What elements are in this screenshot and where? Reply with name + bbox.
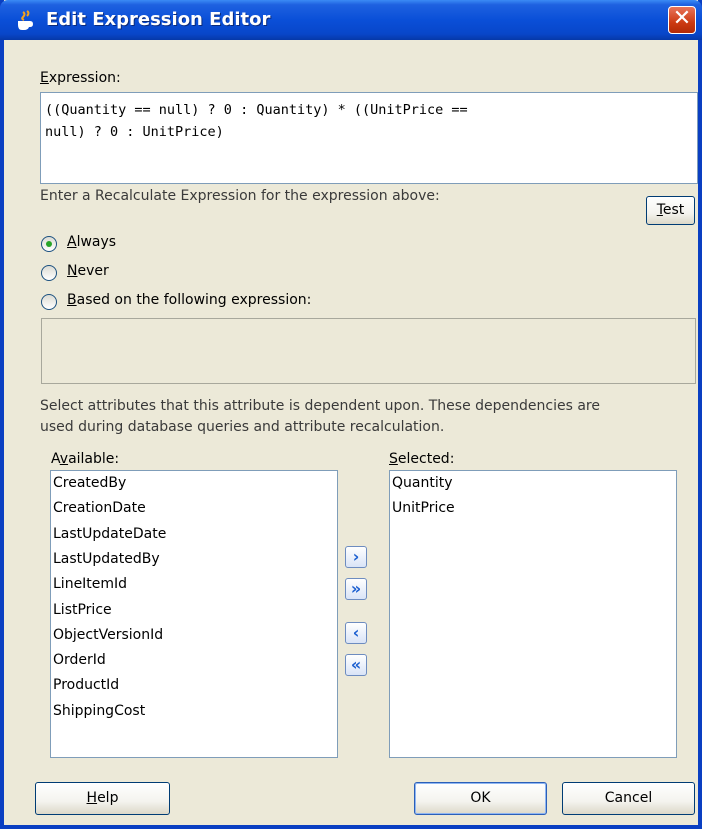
- title-bar[interactable]: Edit Expression Editor ✕: [0, 0, 702, 40]
- list-item[interactable]: ObjectVersionId: [53, 627, 163, 643]
- expression-label: Expression:: [40, 70, 121, 86]
- expression-textarea[interactable]: ((Quantity == null) ? 0 : Quantity) * ((…: [40, 92, 698, 184]
- list-item[interactable]: UnitPrice: [392, 500, 455, 516]
- radio-never[interactable]: [41, 265, 57, 281]
- move-selected-button[interactable]: ›: [345, 546, 367, 568]
- radio-always[interactable]: [41, 236, 57, 252]
- list-item[interactable]: CreatedBy: [53, 475, 126, 491]
- list-item[interactable]: Quantity: [392, 475, 453, 491]
- close-icon: ✕: [672, 6, 692, 31]
- radio-based-on-label: Based on the following expression:: [67, 292, 312, 308]
- chevron-left-icon: ‹: [352, 623, 360, 642]
- chevron-right-icon: ›: [352, 547, 360, 566]
- dialog-window: Edit Expression Editor ✕ Expression: ((Q…: [0, 0, 702, 829]
- available-list[interactable]: CreatedBy CreationDate LastUpdateDate LastU…: [50, 470, 338, 758]
- list-item[interactable]: ListPrice: [53, 602, 112, 618]
- selected-list[interactable]: Quantity UnitPrice: [389, 470, 677, 758]
- radio-never-label: Never: [67, 263, 109, 279]
- recalc-prompt: Enter a Recalculate Expression for the e…: [40, 188, 440, 204]
- list-item[interactable]: OrderId: [53, 652, 106, 668]
- test-button[interactable]: Test: [646, 196, 695, 225]
- based-expression-textarea: [41, 318, 696, 384]
- list-item[interactable]: LineItemId: [53, 576, 127, 592]
- radio-based-on[interactable]: [41, 294, 57, 310]
- list-item[interactable]: ProductId: [53, 677, 119, 693]
- selected-label: Selected:: [389, 451, 455, 467]
- remove-all-button[interactable]: «: [345, 654, 367, 676]
- java-cup-icon: [18, 10, 33, 30]
- radio-always-label: Always: [67, 234, 117, 250]
- ok-button[interactable]: OK: [414, 782, 547, 815]
- dependencies-description-line1: Select attributes that this attribute is…: [40, 398, 600, 414]
- available-label: Available:: [51, 451, 120, 467]
- list-item[interactable]: ShippingCost: [53, 703, 145, 719]
- list-item[interactable]: LastUpdatedBy: [53, 551, 160, 567]
- list-item[interactable]: CreationDate: [53, 500, 146, 516]
- double-chevron-right-icon: »: [350, 579, 362, 598]
- list-item[interactable]: LastUpdateDate: [53, 526, 166, 542]
- move-all-button[interactable]: »: [345, 578, 367, 600]
- double-chevron-left-icon: «: [350, 655, 362, 674]
- dependencies-description-line2: used during database queries and attribu…: [40, 419, 445, 435]
- cancel-button[interactable]: Cancel: [562, 782, 695, 815]
- close-button[interactable]: ✕: [668, 6, 696, 34]
- help-button[interactable]: Help: [35, 782, 170, 815]
- remove-selected-button[interactable]: ‹: [345, 622, 367, 644]
- dialog-title: Edit Expression Editor: [46, 9, 271, 30]
